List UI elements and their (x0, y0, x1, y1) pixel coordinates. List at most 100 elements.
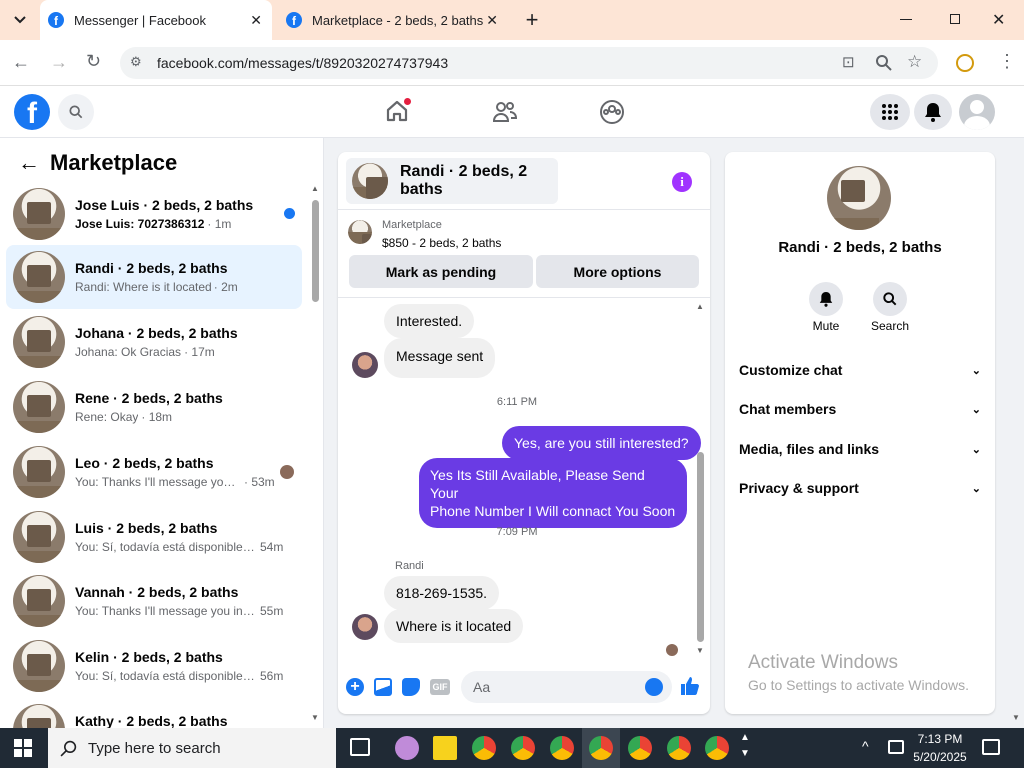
close-window-icon[interactable]: ✕ (992, 10, 1005, 30)
chrome-profile-icon[interactable] (705, 736, 729, 760)
conversation-time: · 1m (207, 217, 232, 231)
scroll-up-arrow-icon[interactable]: ▲ (696, 302, 704, 311)
conversation-item-randi[interactable]: Randi · 2 beds, 2 baths Randi: Where is … (6, 245, 302, 309)
back-arrow-icon[interactable]: ← (18, 150, 40, 176)
chrome-profile-icon[interactable] (589, 736, 613, 760)
sticky-notes-icon[interactable] (433, 736, 457, 760)
message-bubble[interactable]: 818-269-1535. (384, 576, 500, 610)
notification-dot (404, 98, 411, 105)
message-bubble[interactable]: Yes Its Still Available, Please Send You… (419, 458, 687, 528)
conversation-item-leo[interactable]: Leo · 2 beds, 2 baths You: Thanks I'll m… (6, 440, 302, 504)
conversation-preview: You: Sí, todavía está disponible, e... (75, 540, 255, 554)
scroll-down-arrow-icon[interactable]: ▼ (311, 713, 319, 722)
message-bubble[interactable]: Where is it located (384, 609, 524, 643)
emoji-icon[interactable] (645, 678, 663, 696)
listing-price[interactable]: $850 - 2 beds, 2 baths (382, 236, 501, 250)
scroll-down-arrow-icon[interactable]: ▼ (696, 646, 704, 655)
mark-as-pending-button[interactable]: Mark as pending (349, 255, 533, 288)
install-app-icon[interactable]: ⊡ (842, 53, 855, 71)
sidebar-scrollbar[interactable] (312, 200, 319, 302)
sender-avatar[interactable] (352, 614, 378, 640)
minimize-icon[interactable] (900, 19, 912, 20)
chat-members-section[interactable]: Chat members ⌄ (739, 401, 981, 417)
groups-icon[interactable] (599, 99, 625, 130)
tray-overflow-chevron-icon[interactable]: ^ (862, 738, 869, 754)
activation-watermark-subtitle: Go to Settings to activate Windows. (748, 677, 969, 693)
task-view-icon[interactable] (350, 738, 370, 756)
customize-chat-section[interactable]: Customize chat ⌄ (739, 362, 981, 378)
tab-messenger[interactable]: f Messenger | Facebook ✕ (40, 0, 272, 40)
friends-icon[interactable] (492, 100, 518, 129)
notifications-bell-icon[interactable] (914, 94, 952, 130)
conversation-item-johana[interactable]: Johana · 2 beds, 2 baths Johana: Ok Grac… (6, 310, 302, 374)
account-avatar[interactable] (959, 94, 995, 130)
privacy-support-section[interactable]: Privacy & support ⌄ (739, 480, 981, 496)
chrome-profile-icon[interactable] (511, 736, 535, 760)
sender-avatar[interactable] (352, 352, 378, 378)
home-icon[interactable] (384, 98, 411, 124)
restore-icon[interactable] (950, 14, 960, 24)
paint-app-icon[interactable] (395, 736, 419, 760)
mute-button[interactable] (809, 282, 843, 316)
chrome-profile-icon[interactable] (628, 736, 652, 760)
search-icon (883, 292, 897, 306)
tab-marketplace[interactable]: f Marketplace - 2 beds, 2 baths | ✕ (278, 0, 510, 40)
reload-icon[interactable]: ↻ (86, 51, 101, 72)
listing-avatar (13, 251, 65, 303)
gif-icon[interactable]: GIF (430, 679, 450, 695)
notifications-icon[interactable] (982, 739, 1000, 755)
messages-scrollbar[interactable] (697, 452, 704, 642)
sticker-icon[interactable] (402, 678, 420, 696)
search-in-chat-button[interactable] (873, 282, 907, 316)
conversation-name: Vannah · 2 beds, 2 baths (75, 584, 239, 600)
conversation-item-luis[interactable]: Luis · 2 beds, 2 baths You: Sí, todavía … (6, 505, 302, 569)
activation-watermark-title: Activate Windows (748, 652, 898, 673)
details-avatar[interactable] (827, 166, 891, 230)
media-files-links-section[interactable]: Media, files and links ⌄ (739, 441, 981, 457)
photo-icon[interactable] (374, 678, 392, 696)
conversation-preview: You: Thanks I'll message you in a ... (75, 604, 255, 618)
clock-date[interactable]: 5/20/2025 (900, 750, 980, 764)
listing-thumbnail[interactable] (348, 220, 372, 244)
new-tab-button[interactable]: + (520, 8, 544, 32)
chrome-icon[interactable] (472, 736, 496, 760)
search-icon[interactable] (58, 94, 94, 130)
forward-icon[interactable]: → (50, 52, 68, 73)
bookmark-star-icon[interactable]: ☆ (907, 52, 922, 72)
address-bar[interactable]: ⚙ facebook.com/messages/t/89203202747379… (120, 47, 938, 79)
menu-grid-icon[interactable] (870, 94, 910, 130)
add-more-icon[interactable]: + (346, 678, 364, 696)
message-bubble[interactable]: Message sent (384, 338, 496, 378)
chrome-profile-icon[interactable] (667, 736, 691, 760)
zoom-icon[interactable] (876, 55, 892, 71)
windows-start-icon[interactable] (14, 739, 32, 757)
conversation-item-kathy[interactable]: Kathy · 2 beds, 2 baths (6, 698, 302, 728)
close-tab-icon[interactable]: ✕ (486, 12, 498, 29)
browser-menu-icon[interactable]: ⋮ (998, 52, 1016, 70)
scroll-up-arrow-icon[interactable]: ▲ (311, 184, 319, 193)
taskbar-search-box[interactable]: Type here to search (48, 728, 336, 768)
conversation-item-jose-luis[interactable]: Jose Luis · 2 beds, 2 baths Jose Luis: 7… (6, 182, 302, 246)
chat-header-button[interactable]: Randi · 2 beds, 2 baths (346, 158, 558, 204)
more-options-button[interactable]: More options (536, 255, 699, 288)
seen-avatar (666, 644, 678, 656)
message-bubble[interactable]: Yes, are you still interested? (502, 426, 701, 460)
close-tab-icon[interactable]: ✕ (250, 12, 262, 29)
tab-search-button[interactable] (8, 8, 32, 32)
message-input[interactable]: Aa (461, 671, 672, 703)
section-label: Privacy & support (739, 480, 859, 496)
conversation-item-vannah[interactable]: Vannah · 2 beds, 2 baths You: Thanks I'l… (6, 569, 302, 633)
like-thumb-icon[interactable] (680, 676, 700, 701)
conversation-item-kelin[interactable]: Kelin · 2 beds, 2 baths You: Sí, todavía… (6, 634, 302, 698)
site-info-icon[interactable]: ⚙ (130, 54, 142, 70)
conversation-item-rene[interactable]: Rene · 2 beds, 2 baths Rene: Okay · 18m (6, 375, 302, 439)
chrome-profile-icon[interactable] (550, 736, 574, 760)
clock-time[interactable]: 7:13 PM (900, 732, 980, 746)
profile-icon[interactable] (956, 54, 974, 72)
info-icon[interactable]: i (672, 172, 692, 192)
facebook-logo-icon[interactable]: f (14, 94, 50, 130)
taskbar-scroll-icon[interactable]: ▲ ▼ (740, 730, 750, 762)
page-scroll-down-icon[interactable]: ▼ (1012, 713, 1020, 722)
message-bubble[interactable]: Interested. (384, 304, 475, 338)
back-icon[interactable]: ← (12, 52, 30, 73)
